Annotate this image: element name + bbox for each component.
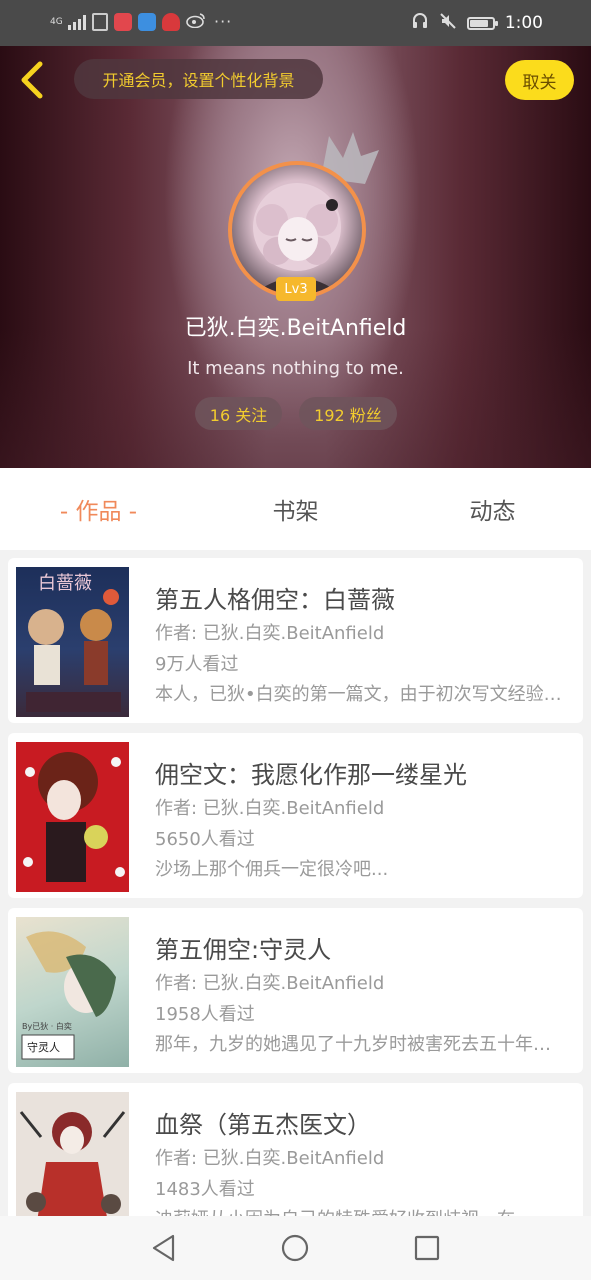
cover-title-text: 守灵人 [27,1041,60,1054]
level-badge: Lv3 [276,277,316,301]
work-author: 作者: 已狄.白奕.BeitAnfield [155,623,385,644]
username: 已狄.白奕.BeitAnfield [184,316,407,341]
work-description: 本人，已狄•白奕的第一篇文，由于初次写文经验不足还望多多包涵 [155,684,565,705]
work-title: 第五人格佣空：白蔷薇 [155,586,395,614]
red-app-icon [114,13,132,31]
cover-illustration [23,752,125,882]
weibo-icon [186,12,206,32]
work-description: 沙场上那个佣兵一定很冷吧... [155,859,389,880]
battery-icon [466,16,498,30]
status-right-icons: 1:00 [411,12,543,34]
blue-app-icon [138,13,156,31]
nav-back-button[interactable] [149,1233,179,1263]
tab-works[interactable]: - 作品 - [0,468,197,550]
work-views: 9万人看过 [155,654,239,675]
unfollow-button[interactable]: 取关 [505,60,574,100]
works-list: 白蔷薇 第五人格佣空：白蔷薇 作者: 已狄.白奕.BeitAnfield 9万人… [0,550,591,1216]
work-cover [16,742,129,892]
work-title: 血祭（第五杰医文） [155,1111,371,1139]
circle-home-icon [281,1234,309,1262]
work-cover [16,1092,129,1216]
profile-header: 开通会员，设置个性化背景 取关 Lv3 已狄.白奕.BeitAnfield It… [0,46,591,468]
tab-activity[interactable]: 动态 [394,468,591,550]
work-title: 第五佣空:守灵人 [155,936,332,964]
mushroom-app-icon [162,13,180,31]
profile-tabs: - 作品 - 书架 动态 [0,468,591,550]
work-cover: 白蔷薇 [16,567,129,717]
signal-icon [68,14,86,30]
network-type: 4G [50,16,63,27]
work-author: 作者: 已狄.白奕.BeitAnfield [155,973,385,994]
following-count[interactable]: 16 关注 [195,397,282,430]
cover-title-text: 白蔷薇 [38,573,92,594]
work-views: 1483人看过 [155,1179,255,1200]
tab-bookshelf[interactable]: 书架 [197,468,394,550]
cover-credit-text: By已狄 · 白奕 [22,1022,72,1031]
notification-app-icon [92,13,108,31]
cover-illustration [19,1111,126,1216]
work-cover: By已狄 · 白奕 守灵人 [16,917,129,1067]
avatar-illustration [252,183,342,295]
work-title: 佣空文：我愿化作那一缕星光 [155,761,467,789]
work-card[interactable]: 血祭（第五杰医文） 作者: 已狄.白奕.BeitAnfield 1483人看过 … [8,1083,583,1216]
work-description: 迪莉娅从小因为自己的特殊爱好收到歧视，在... [155,1205,565,1216]
work-card[interactable]: 佣空文：我愿化作那一缕星光 作者: 已狄.白奕.BeitAnfield 5650… [8,733,583,898]
work-description: 那年，九岁的她遇见了十九岁时被害死去五十年的他 [155,1034,565,1055]
back-button[interactable] [14,60,54,100]
headset-icon [411,12,429,34]
mute-icon [439,12,457,34]
battery-fill [469,19,488,27]
work-card[interactable]: By已狄 · 白奕 守灵人 第五佣空:守灵人 作者: 已狄.白奕.BeitAnf… [8,908,583,1073]
status-left-icons: 4G ··· [50,12,232,32]
nav-home-button[interactable] [280,1233,310,1263]
back-arrow-icon [21,61,43,99]
system-navigation-bar [0,1216,591,1280]
work-card[interactable]: 白蔷薇 第五人格佣空：白蔷薇 作者: 已狄.白奕.BeitAnfield 9万人… [8,558,583,723]
work-views: 1958人看过 [155,1004,255,1025]
status-bar: 4G ··· 1:00 [0,0,591,46]
work-author: 作者: 已狄.白奕.BeitAnfield [155,1148,385,1169]
square-recents-icon [414,1235,440,1261]
user-bio: It means nothing to me. [187,358,404,379]
followers-count[interactable]: 192 粉丝 [299,397,397,430]
work-author: 作者: 已狄.白奕.BeitAnfield [155,798,385,819]
work-views: 5650人看过 [155,829,255,850]
clock: 1:00 [504,13,543,33]
nav-recents-button[interactable] [412,1233,442,1263]
vip-background-prompt[interactable]: 开通会员，设置个性化背景 [74,59,323,99]
more-notifications: ··· [214,12,233,31]
triangle-back-icon [152,1234,175,1262]
